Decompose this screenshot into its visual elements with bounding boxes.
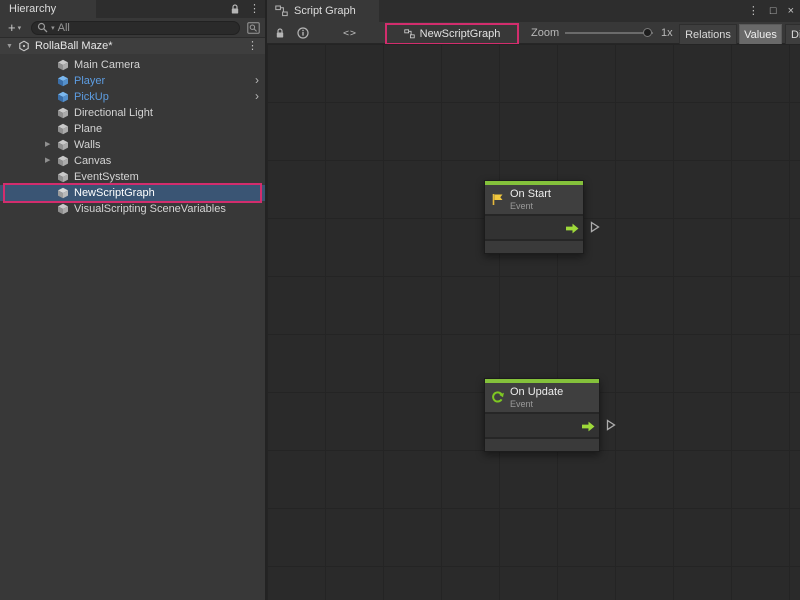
- node-title: On Start: [510, 188, 551, 201]
- unity-scene-icon: [18, 40, 30, 52]
- graph-title-breadcrumb[interactable]: NewScriptGraph: [385, 23, 519, 45]
- values-toggle-button[interactable]: Values: [739, 24, 782, 46]
- search-scope-label: All: [58, 22, 70, 34]
- window-menu-icon[interactable]: ⋮: [748, 6, 759, 17]
- script-graph-panel: Script Graph ⋮ □ × <> NewScriptGraph Zoo…: [267, 0, 800, 600]
- zoom-value: 1x: [661, 22, 673, 44]
- plus-icon: +: [8, 20, 16, 35]
- hierarchy-item-plane[interactable]: Plane: [0, 121, 265, 137]
- node-subtitle: Event: [510, 201, 551, 211]
- gameobject-icon: [57, 59, 69, 71]
- dim-label: Di: [791, 29, 800, 41]
- graph-title-label: NewScriptGraph: [420, 28, 501, 40]
- item-label: NewScriptGraph: [74, 185, 155, 201]
- item-label: EventSystem: [74, 169, 139, 185]
- item-label: Plane: [74, 121, 102, 137]
- dim-toggle-button[interactable]: Di: [785, 24, 800, 46]
- zoom-slider[interactable]: [565, 32, 653, 34]
- scene-picker-icon[interactable]: [247, 22, 260, 34]
- tab-hierarchy-label: Hierarchy: [9, 3, 56, 15]
- prefab-open-chevron-icon[interactable]: ›: [255, 73, 259, 88]
- hierarchy-item-player[interactable]: Player ›: [0, 73, 265, 89]
- node-port-row: [485, 414, 599, 439]
- hierarchy-item-walls[interactable]: ▶ Walls: [0, 137, 265, 153]
- tab-script-graph[interactable]: Script Graph: [267, 0, 379, 22]
- prefab-icon: [57, 75, 69, 87]
- search-icon: [37, 22, 48, 33]
- hierarchy-item-newscriptgraph[interactable]: NewScriptGraph: [0, 185, 265, 201]
- graph-icon: [275, 5, 288, 17]
- add-object-button[interactable]: + ▾: [5, 20, 24, 35]
- item-label: Canvas: [74, 153, 111, 169]
- gameobject-icon: [57, 155, 69, 167]
- tab-hierarchy[interactable]: Hierarchy: [0, 0, 96, 18]
- node-title: On Update: [510, 386, 563, 399]
- gameobject-icon: [57, 203, 69, 215]
- relations-label: Relations: [685, 29, 731, 41]
- lock-icon[interactable]: [230, 4, 240, 15]
- hierarchy-tree: Main Camera Player › PickUp › Directiona…: [0, 57, 265, 600]
- node-header: On Start Event: [485, 185, 583, 216]
- node-on-start[interactable]: On Start Event: [484, 180, 584, 254]
- zoom-label: Zoom: [531, 22, 559, 44]
- collapse-arrow-icon[interactable]: ▼: [6, 43, 13, 50]
- code-preview-icon[interactable]: <>: [343, 22, 357, 44]
- prefab-open-chevron-icon[interactable]: ›: [255, 89, 259, 104]
- info-icon[interactable]: [297, 22, 309, 44]
- gameobject-icon: [57, 123, 69, 135]
- hierarchy-item-pickup[interactable]: PickUp ›: [0, 89, 265, 105]
- scene-header[interactable]: ▼ RollaBall Maze* ⋮: [0, 38, 265, 54]
- chevron-down-icon: ▾: [51, 24, 55, 32]
- graph-canvas[interactable]: On Start Event On Update: [267, 44, 800, 600]
- zoom-slider-thumb[interactable]: [643, 28, 652, 37]
- close-icon[interactable]: ×: [788, 6, 794, 17]
- gameobject-icon: [57, 171, 69, 183]
- flow-output-port-icon[interactable]: [582, 421, 595, 432]
- connection-port-icon[interactable]: [590, 221, 600, 233]
- item-label: Player: [74, 73, 105, 89]
- values-label: Values: [744, 29, 777, 41]
- item-label: VisualScripting SceneVariables: [74, 201, 226, 217]
- node-footer: [485, 241, 583, 253]
- hierarchy-item-scenevariables[interactable]: VisualScripting SceneVariables: [0, 201, 265, 217]
- chevron-down-icon: ▾: [18, 24, 22, 32]
- script-graph-asset-icon: [404, 29, 415, 39]
- scene-name: RollaBall Maze*: [35, 40, 113, 52]
- node-port-row: [485, 216, 583, 241]
- node-subtitle: Event: [510, 399, 563, 409]
- hierarchy-panel: Hierarchy ⋮ + ▾ ▾ All ▼ RollaBall: [0, 0, 267, 600]
- item-label: PickUp: [74, 89, 109, 105]
- search-input[interactable]: ▾ All: [31, 21, 240, 35]
- maximize-icon[interactable]: □: [770, 6, 777, 17]
- update-loop-icon: [491, 391, 504, 404]
- expand-arrow-icon[interactable]: ▶: [45, 153, 50, 169]
- node-header: On Update Event: [485, 383, 599, 414]
- hierarchy-item-main-camera[interactable]: Main Camera: [0, 57, 265, 73]
- tab-script-graph-label: Script Graph: [294, 5, 356, 17]
- graph-toolbar: <> NewScriptGraph Zoom 1x Relations Valu…: [267, 22, 800, 44]
- graph-tabbar: Script Graph ⋮ □ ×: [267, 0, 800, 22]
- hierarchy-item-canvas[interactable]: ▶ Canvas: [0, 153, 265, 169]
- lock-icon[interactable]: [275, 22, 285, 44]
- gameobject-icon: [57, 139, 69, 151]
- hierarchy-toolbar: + ▾ ▾ All: [0, 18, 265, 38]
- hierarchy-item-directional-light[interactable]: Directional Light: [0, 105, 265, 121]
- hierarchy-item-eventsystem[interactable]: EventSystem: [0, 169, 265, 185]
- item-label: Directional Light: [74, 105, 153, 121]
- node-footer: [485, 439, 599, 451]
- relations-toggle-button[interactable]: Relations: [679, 24, 737, 46]
- node-on-update[interactable]: On Update Event: [484, 378, 600, 452]
- prefab-icon: [57, 91, 69, 103]
- hierarchy-tabbar: Hierarchy ⋮: [0, 0, 265, 18]
- gameobject-icon: [57, 107, 69, 119]
- scene-menu-icon[interactable]: ⋮: [247, 41, 258, 52]
- flag-icon: [491, 193, 504, 206]
- panel-menu-icon[interactable]: ⋮: [249, 4, 260, 15]
- gameobject-icon: [57, 187, 69, 199]
- flow-output-port-icon[interactable]: [566, 223, 579, 234]
- connection-port-icon[interactable]: [606, 419, 616, 431]
- expand-arrow-icon[interactable]: ▶: [45, 137, 50, 153]
- item-label: Walls: [74, 137, 100, 153]
- item-label: Main Camera: [74, 57, 140, 73]
